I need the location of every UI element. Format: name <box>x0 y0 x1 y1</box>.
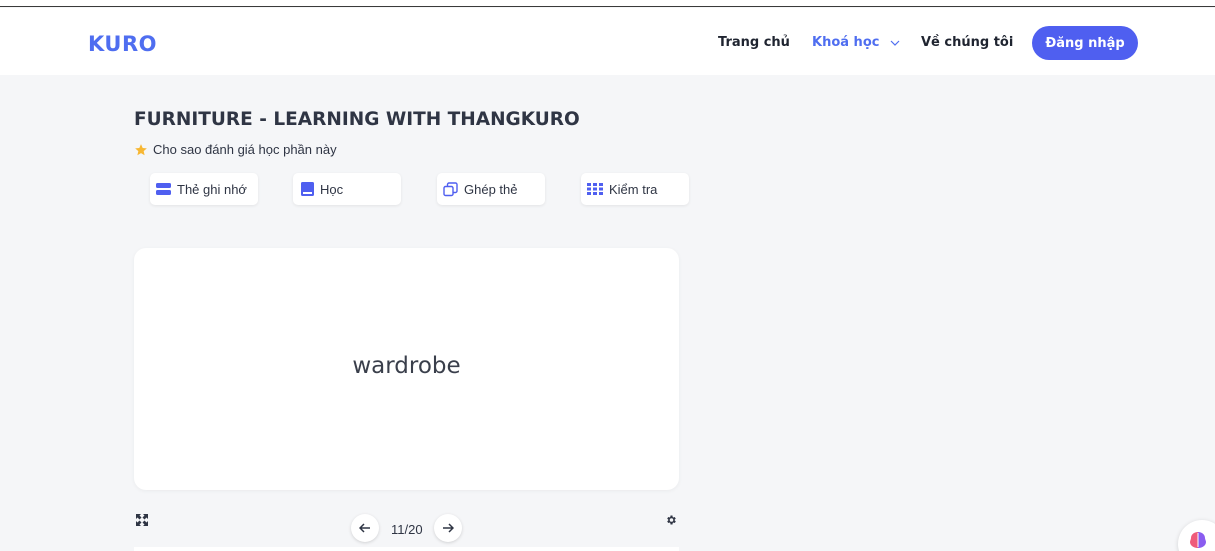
cards-icon <box>156 182 171 195</box>
nav-about-link[interactable]: Về chúng tôi <box>921 35 1013 50</box>
mode-match-button[interactable]: Ghép thẻ <box>437 173 545 205</box>
previous-card-button[interactable] <box>351 514 379 542</box>
top-border <box>0 0 1215 7</box>
fullscreen-icon[interactable] <box>136 513 148 531</box>
rating-prompt[interactable]: Cho sao đánh giá học phần này <box>134 142 337 157</box>
login-button[interactable]: Đăng nhập <box>1032 26 1138 60</box>
navbar: KURO Trang chủ Khoá học Về chúng tôi Đăn… <box>0 8 1215 75</box>
nav-home-link[interactable]: Trang chủ <box>718 35 790 50</box>
arrow-left-icon <box>359 523 370 533</box>
brain-icon <box>1190 532 1206 548</box>
flashcard-term: wardrobe <box>352 353 461 379</box>
mode-match-label: Ghép thẻ <box>464 181 518 197</box>
mode-flashcards-button[interactable]: Thẻ ghi nhớ <box>150 173 258 205</box>
logo[interactable]: KURO <box>88 32 157 56</box>
nav-courses-dropdown[interactable]: Khoá học <box>812 35 900 50</box>
mode-learn-label: Học <box>320 181 344 197</box>
nav-courses-label: Khoá học <box>812 35 880 50</box>
star-icon[interactable] <box>134 143 148 157</box>
settings-gear-icon[interactable] <box>665 513 677 531</box>
grid-icon <box>587 183 603 195</box>
arrow-right-icon <box>443 523 454 533</box>
mode-flashcards-label: Thẻ ghi nhớ <box>177 181 247 197</box>
mode-learn-button[interactable]: Học <box>293 173 401 205</box>
chevron-down-icon <box>890 35 900 50</box>
book-icon <box>301 182 314 196</box>
page-title: FURNITURE - LEARNING WITH THANGKURO <box>134 109 580 130</box>
next-card-button[interactable] <box>434 514 462 542</box>
card-list-edge <box>134 547 679 551</box>
mode-test-button[interactable]: Kiểm tra <box>581 173 689 205</box>
mode-test-label: Kiểm tra <box>609 181 658 197</box>
copy-icon <box>443 181 458 196</box>
card-counter: 11/20 <box>391 522 423 537</box>
assistant-button[interactable] <box>1178 520 1215 551</box>
flashcard[interactable]: wardrobe <box>134 248 679 490</box>
rating-prompt-text: Cho sao đánh giá học phần này <box>153 142 337 157</box>
